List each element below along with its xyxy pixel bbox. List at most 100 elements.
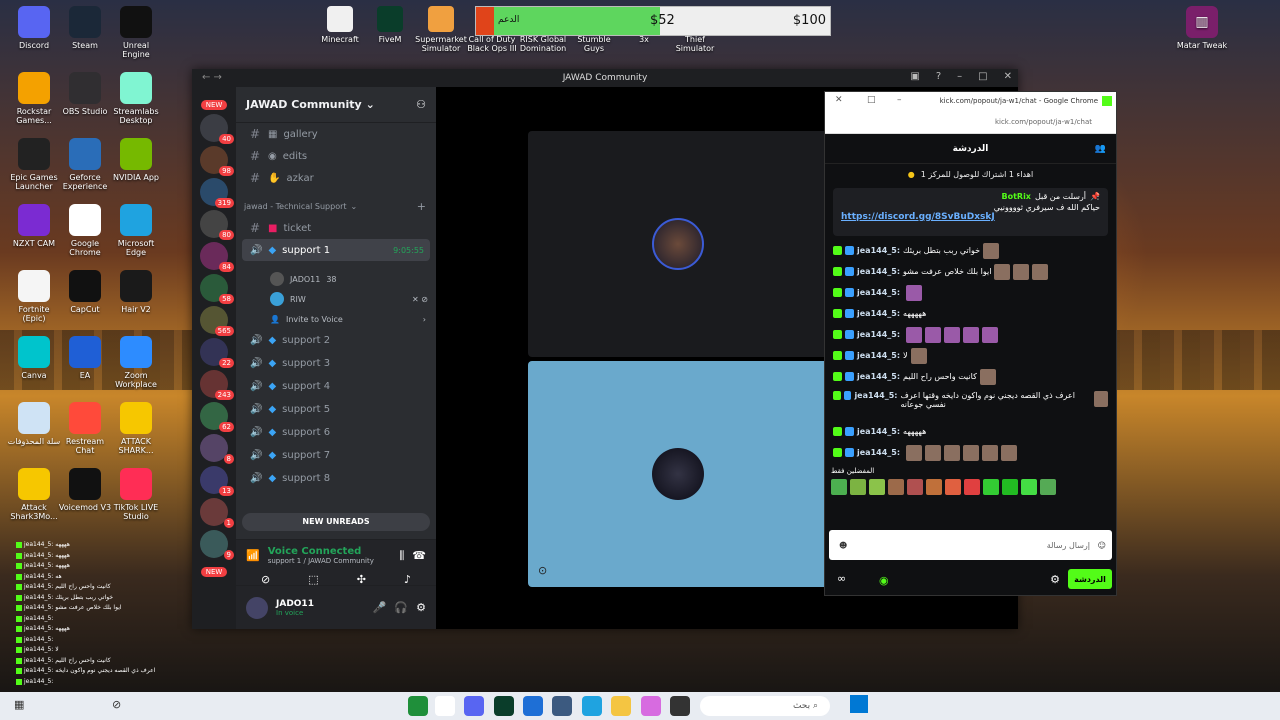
desktop-top-icon[interactable]: FiveM — [364, 6, 416, 44]
desktop-icon[interactable]: Fortnite (Epic) — [6, 270, 62, 323]
server-icon[interactable]: 80 — [200, 210, 234, 240]
desktop-icon[interactable]: CapCut — [57, 270, 113, 314]
favorite-emote-icon[interactable] — [888, 479, 904, 495]
desktop-apps-icon[interactable]: ▦ — [14, 698, 24, 711]
smile-icon[interactable]: ☺ — [1098, 541, 1106, 550]
server-icon[interactable]: 40 — [200, 114, 234, 144]
desktop-icon[interactable]: OBS Studio — [57, 72, 113, 116]
maximize-icon[interactable]: □ — [978, 71, 987, 82]
discord-taskbar-icon[interactable] — [464, 696, 484, 716]
edge-taskbar-icon[interactable] — [582, 696, 602, 716]
channel-azkar[interactable]: # ✋ azkar — [236, 167, 436, 189]
server-icon[interactable]: 84 — [200, 242, 234, 272]
help-icon[interactable]: ? — [936, 71, 941, 82]
desktop-icon[interactable]: Geforce Experience — [57, 138, 113, 191]
mic-icon[interactable]: ⊘ — [112, 698, 121, 711]
desktop-icon[interactable]: ATTACK SHARK... — [108, 402, 164, 455]
desktop-icon[interactable]: Epic Games Launcher — [6, 138, 62, 191]
participant-tile-2[interactable]: ⊙ — [528, 361, 828, 587]
server-icon[interactable]: 13 — [200, 466, 234, 496]
camera-icon[interactable]: ⊙ — [538, 564, 547, 577]
pinned-message[interactable]: BotRix أرسلت من قبل 📌 حياكم الله ف سيرفر… — [833, 188, 1108, 236]
gear-icon[interactable]: ⚙ — [416, 601, 426, 614]
desktop-icon-matar-tweak[interactable]: ▥ Matar Tweak — [1174, 6, 1230, 50]
more-icon[interactable]: ⋮ — [1094, 192, 1102, 201]
chat-username[interactable]: jea144_5: — [857, 351, 900, 360]
kick-taskbar-icon[interactable] — [408, 696, 428, 716]
desktop-icon[interactable]: Discord — [6, 6, 62, 50]
desktop-icon[interactable]: Steam — [57, 6, 113, 50]
server-icon[interactable]: 243 — [200, 370, 234, 400]
server-icon[interactable]: 62 — [200, 402, 234, 432]
voice-channel[interactable]: 🔊 ◆ support 8 — [236, 467, 436, 490]
desktop-top-icon[interactable]: Minecraft — [314, 6, 366, 44]
channel-ticket[interactable]: # ■ ticket — [236, 217, 436, 239]
chrome-taskbar-icon[interactable] — [435, 696, 455, 716]
favorite-emote-icon[interactable] — [1040, 479, 1056, 495]
participant-tile-1[interactable] — [528, 131, 828, 357]
obs-taskbar-icon[interactable] — [552, 696, 572, 716]
desktop-icon[interactable]: NZXT CAM — [6, 204, 62, 248]
server-icon[interactable]: 9 — [200, 530, 234, 560]
chat-username[interactable]: jea144_5: — [857, 427, 900, 436]
server-icon[interactable]: 565 — [200, 306, 234, 336]
chat-username[interactable]: jea144_5: — [857, 309, 900, 318]
server-icon[interactable]: 1 — [200, 498, 234, 528]
channel-gallery[interactable]: # ▦ gallery — [236, 123, 436, 145]
desktop-icon[interactable]: سلة المحذوفات — [6, 402, 62, 446]
voice-channel[interactable]: 🔊 ◆ support 3 — [236, 352, 436, 375]
desktop-icon[interactable]: Streamlabs Desktop — [108, 72, 164, 125]
headphones-icon[interactable]: 🎧 — [394, 601, 408, 614]
taskbar-search[interactable]: بحث ⌕ — [700, 696, 830, 716]
fivem-taskbar-icon[interactable] — [494, 696, 514, 716]
pinned-link[interactable]: https://discord.gg/8SvBuDxskJ — [841, 212, 1100, 222]
windows-start-icon[interactable] — [850, 695, 868, 713]
avatar[interactable] — [246, 596, 268, 619]
voice-channel[interactable]: 🔊 ◆ support 2 — [236, 329, 436, 352]
desktop-icon[interactable]: Microsoft Edge — [108, 204, 164, 257]
users-icon[interactable]: 👥 — [1095, 144, 1106, 154]
favorite-emote-icon[interactable] — [1021, 479, 1037, 495]
voice-channel[interactable]: 🔊 ◆ support 6 — [236, 421, 436, 444]
minimize-icon[interactable]: – — [957, 71, 962, 82]
voice-channel[interactable]: 🔊 ◆ support 4 — [236, 375, 436, 398]
chat-username[interactable]: jea144_5: — [857, 372, 900, 381]
desktop-icon[interactable]: Attack Shark3Mo... — [6, 468, 62, 521]
invite-to-voice[interactable]: 👤 Invite to Voice › — [236, 309, 436, 329]
chat-username[interactable]: jea144_5: — [857, 288, 900, 297]
emoji-icon[interactable]: ☻ — [839, 541, 847, 550]
chat-username[interactable]: jea144_5: — [857, 330, 900, 339]
new-unreads-button[interactable]: NEW UNREADS — [242, 513, 430, 531]
chat-username[interactable]: jea144_5: — [857, 246, 900, 255]
mic-icon[interactable]: 🎤 — [373, 601, 387, 614]
gear-icon[interactable]: ⚙ — [1050, 573, 1060, 586]
desktop-icon[interactable]: EA — [57, 336, 113, 380]
favorite-emote-icon[interactable] — [1002, 479, 1018, 495]
nav-arrows-icon[interactable]: ← → — [202, 72, 222, 83]
minimize-icon[interactable]: – — [897, 95, 902, 105]
server-icon[interactable]: 22 — [200, 338, 234, 368]
add-channel-icon[interactable]: + — [417, 200, 426, 213]
server-icon[interactable]: 319 — [200, 178, 234, 208]
desktop-icon[interactable]: Voicemod V3 — [57, 468, 113, 512]
desktop-icon[interactable]: Google Chrome — [57, 204, 113, 257]
inbox-icon[interactable]: ▣ — [910, 71, 919, 82]
favorite-emote-icon[interactable] — [964, 479, 980, 495]
desktop-icon[interactable]: Hair V2 — [108, 270, 164, 314]
chat-username[interactable]: jea144_5: — [857, 448, 900, 457]
send-chat-button[interactable]: الدردشة — [1068, 569, 1112, 589]
chat-username[interactable]: jea144_5: — [854, 391, 897, 400]
desktop-icon[interactable]: Zoom Workplace — [108, 336, 164, 389]
maximize-icon[interactable]: □ — [867, 95, 876, 105]
voice-user-riw[interactable]: RIW ✕ ⊘ — [236, 289, 436, 309]
kick-bot-icon[interactable]: ◉ — [879, 574, 889, 587]
favorite-emote-icon[interactable] — [983, 479, 999, 495]
favorite-emote-icon[interactable] — [926, 479, 942, 495]
desktop-icon[interactable]: Rockstar Games... — [6, 72, 62, 125]
close-icon[interactable]: ✕ — [835, 95, 843, 105]
desktop-icon[interactable]: Canva — [6, 336, 62, 380]
favorite-emote-icon[interactable] — [831, 479, 847, 495]
server-icon[interactable]: 58 — [200, 274, 234, 304]
voice-channel-support-1[interactable]: 🔊 ◆ support 1 9:05:55 — [242, 239, 430, 261]
favorite-emote-icon[interactable] — [945, 479, 961, 495]
